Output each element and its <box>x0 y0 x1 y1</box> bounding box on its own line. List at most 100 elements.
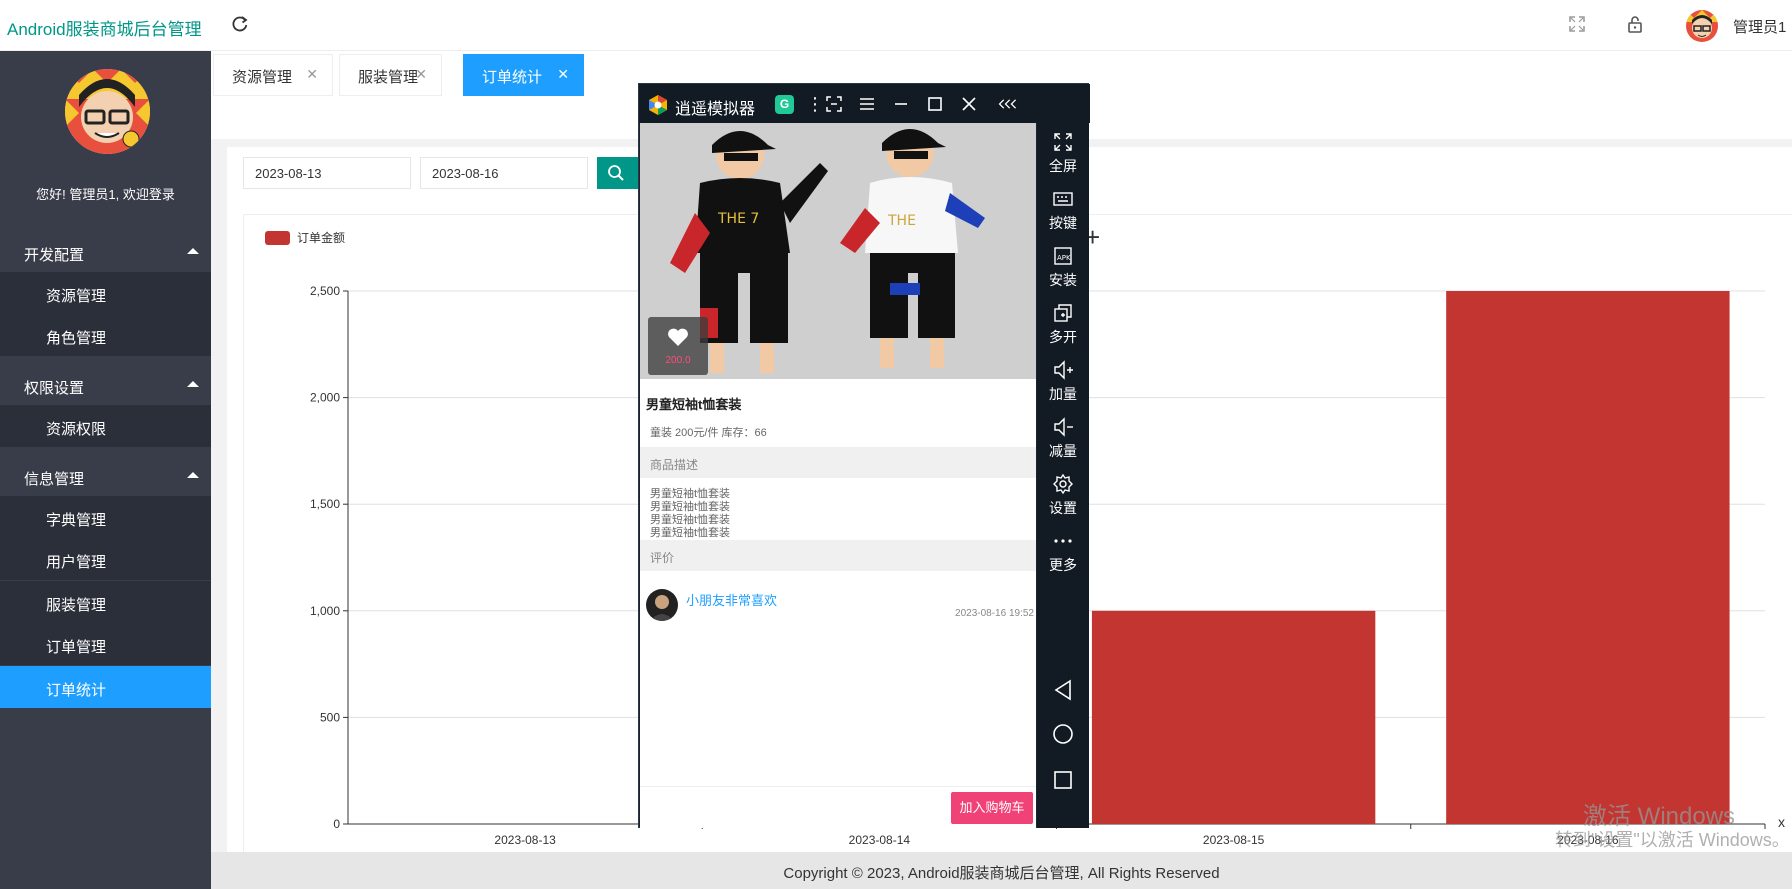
volume-down-button[interactable]: 减量 <box>1037 416 1089 461</box>
volume-down-icon <box>1054 417 1073 437</box>
toolbar-label: 多开 <box>1049 329 1077 345</box>
nav-group-label: 权限设置 <box>24 380 85 397</box>
nav-item-user-manage[interactable]: 用户管理 <box>0 538 211 580</box>
y-tick-label: 2,000 <box>310 391 340 405</box>
description-line: 男童短袖t恤套装 <box>650 514 731 526</box>
minimize-icon[interactable] <box>890 93 912 115</box>
emulator-window: 逍遥模拟器 G ⋮ THE 7 THE 200.0 男童短袖t恤套装 童装 20… <box>638 83 1090 828</box>
keyboard-icon <box>1053 192 1073 206</box>
nav-group-info-manage[interactable]: 信息管理 <box>0 454 211 496</box>
legend-label: 订单金额 <box>297 230 345 245</box>
product-image[interactable]: THE 7 THE 200.0 <box>640 123 1036 379</box>
nav-item-label: 资源管理 <box>46 288 107 305</box>
tab-resource-manage[interactable]: 资源管理 ✕ <box>213 54 333 96</box>
emulator-logo-icon <box>649 95 667 115</box>
close-icon[interactable]: x <box>1778 814 1785 830</box>
tab-clothing-manage[interactable]: 服装管理 ✕ <box>339 54 442 96</box>
toolbar-label: 加量 <box>1049 386 1077 402</box>
admin-name[interactable]: 管理员1 <box>1733 16 1786 37</box>
volume-up-button[interactable]: 加量 <box>1037 359 1089 404</box>
tab-label: 资源管理 <box>232 69 293 86</box>
description-section-title: 商品描述 <box>640 447 1036 478</box>
x-tick-label: 2023-08-14 <box>849 833 911 847</box>
description-line: 男童短袖t恤套装 <box>650 527 731 539</box>
product-name: 男童短袖t恤套装 <box>646 397 742 412</box>
back-icon[interactable] <box>1051 678 1075 702</box>
caret-up-icon <box>187 381 199 387</box>
nav-item-label: 角色管理 <box>46 330 107 347</box>
nav-group-permission[interactable]: 权限设置 <box>0 363 211 405</box>
nav-item-order-manage[interactable]: 订单管理 <box>0 623 211 665</box>
description-line: 男童短袖t恤套装 <box>650 488 731 500</box>
gear-icon <box>1053 473 1073 495</box>
y-tick-label: 1,000 <box>310 604 340 618</box>
nav-item-role-manage[interactable]: 角色管理 <box>0 314 211 356</box>
close-icon[interactable]: ✕ <box>557 66 569 83</box>
caret-up-icon <box>187 472 199 478</box>
nav-item-label: 订单统计 <box>46 682 107 699</box>
nav-item-dict-manage[interactable]: 字典管理 <box>0 496 211 538</box>
tab-label: 服装管理 <box>358 69 419 86</box>
screenshot-icon[interactable] <box>823 93 845 115</box>
recent-apps-icon[interactable] <box>1051 768 1075 792</box>
nav-group-label: 信息管理 <box>24 471 85 488</box>
close-icon[interactable]: ✕ <box>306 66 318 83</box>
more-button[interactable]: 更多 <box>1037 530 1089 575</box>
nav-group-label: 开发配置 <box>24 247 85 264</box>
toolbar-label: 设置 <box>1049 500 1077 516</box>
nav-item-order-stats[interactable]: 订单统计 <box>0 666 211 708</box>
emulator-toolbar: 全屏 按键 APK 安装 多开 加量 减量 设置 更多 <box>1037 123 1089 828</box>
keymap-button[interactable]: 按键 <box>1037 188 1089 233</box>
sidebar: 您好! 管理员1, 欢迎登录 开发配置 资源管理 角色管理 权限设置 资源权限 … <box>0 51 211 889</box>
toolbar-label: 安装 <box>1049 272 1077 288</box>
windows-watermark-subtitle: 转到"设置"以激活 Windows。 <box>1555 830 1790 850</box>
heart-icon <box>668 328 688 346</box>
install-apk-button[interactable]: APK 安装 <box>1037 245 1089 290</box>
bar <box>1091 610 1376 824</box>
close-icon[interactable]: ✕ <box>415 66 427 83</box>
nav-item-resource-permission[interactable]: 资源权限 <box>0 405 211 447</box>
cart-bar: 加入购物车 <box>640 786 1036 828</box>
collapse-sidebar-icon[interactable] <box>997 93 1019 115</box>
nav-item-label: 用户管理 <box>46 554 107 571</box>
home-icon[interactable] <box>1051 722 1075 746</box>
footer: Copyright © 2023, Android服装商城后台管理, All R… <box>211 852 1792 889</box>
fullscreen-button[interactable]: 全屏 <box>1037 131 1089 176</box>
game-center-badge-icon[interactable]: G <box>775 95 794 114</box>
tab-order-stats[interactable]: 订单统计 ✕ <box>463 54 584 96</box>
svg-text:THE 7: THE 7 <box>717 211 759 227</box>
nav-item-resource-manage[interactable]: 资源管理 <box>0 272 211 314</box>
nav-group-dev-config[interactable]: 开发配置 <box>0 230 211 272</box>
y-tick-label: 2,500 <box>310 284 340 298</box>
menu-icon[interactable] <box>856 93 878 115</box>
x-tick-label: 2023-08-15 <box>1203 833 1265 847</box>
app-title[interactable]: Android服装商城后台管理 <box>7 15 202 40</box>
start-date-input[interactable]: 2023-08-13 <box>243 157 411 189</box>
settings-button[interactable]: 设置 <box>1037 473 1089 518</box>
like-button[interactable]: 200.0 <box>648 317 708 375</box>
top-bar: Android服装商城后台管理 管理员1 <box>0 0 1792 51</box>
refresh-icon[interactable] <box>230 14 250 34</box>
svg-text:THE: THE <box>887 213 916 229</box>
add-to-cart-button[interactable]: 加入购物车 <box>951 792 1033 824</box>
close-icon[interactable] <box>958 93 980 115</box>
y-tick-label: 1,500 <box>310 497 340 511</box>
nav-item-clothing-manage[interactable]: 服装管理 <box>0 581 211 623</box>
product-meta: 童装 200元/件 库存：66 <box>650 427 767 439</box>
maximize-icon[interactable] <box>924 93 946 115</box>
admin-avatar[interactable] <box>1686 10 1718 42</box>
svg-text:APK: APK <box>1057 254 1071 262</box>
product-description: 男童短袖t恤套装 男童短袖t恤套装 男童短袖t恤套装 男童短袖t恤套装 <box>650 488 730 540</box>
comment-time: 2023-08-16 19:52 <box>955 608 1034 619</box>
end-date-input[interactable]: 2023-08-16 <box>420 157 588 189</box>
nav-item-label: 订单管理 <box>46 639 107 656</box>
lock-icon[interactable] <box>1626 14 1644 34</box>
multi-instance-button[interactable]: 多开 <box>1037 302 1089 347</box>
fullscreen-icon[interactable] <box>1568 15 1586 33</box>
emulator-titlebar[interactable]: 逍遥模拟器 G ⋮ <box>639 84 1090 123</box>
bar <box>1446 291 1730 824</box>
toolbar-label: 全屏 <box>1049 158 1077 174</box>
welcome-text: 您好! 管理员1, 欢迎登录 <box>36 187 175 202</box>
volume-up-icon <box>1054 360 1073 380</box>
like-count: 200.0 <box>665 355 691 366</box>
